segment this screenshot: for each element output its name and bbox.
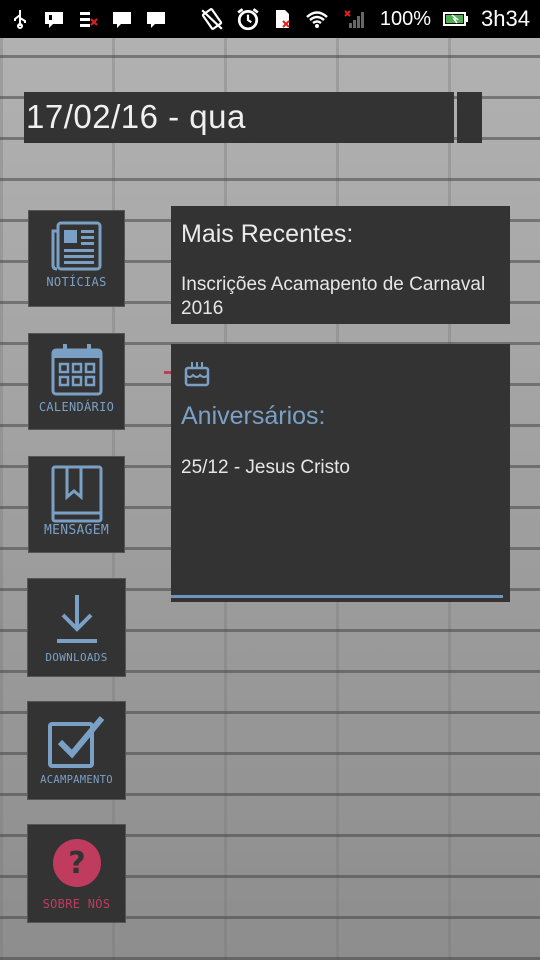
checkbox-icon xyxy=(47,716,104,768)
download-icon xyxy=(56,595,97,643)
clock: 3h34 xyxy=(481,6,530,31)
signal-off-icon xyxy=(80,12,98,27)
battery-percent: 100% xyxy=(379,7,432,30)
cake-icon xyxy=(184,362,210,387)
birthdays-title: Aniversários: xyxy=(181,402,326,430)
menu-tile-noticias[interactable]: NOTÍCIAS xyxy=(28,210,125,307)
menu-tile-downloads[interactable]: DOWNLOADS xyxy=(27,578,126,677)
vibrate-icon xyxy=(201,8,223,30)
message-icon xyxy=(45,12,63,28)
status-bar-right: 100% 3h34 xyxy=(200,6,530,32)
date-text: 17/02/16 - qua xyxy=(26,98,246,135)
wifi-icon xyxy=(306,11,328,28)
menu-label-noticias: NOTÍCIAS xyxy=(46,275,107,289)
book-icon xyxy=(51,465,102,523)
help-icon: ? xyxy=(52,839,101,887)
newspaper-icon xyxy=(51,221,101,271)
date-side-button[interactable] xyxy=(457,92,482,143)
recent-item-link[interactable]: Inscrições Acamapento de Carnaval 2016 xyxy=(181,273,501,321)
battery-icon xyxy=(443,12,469,26)
menu-tile-sobre-nos[interactable]: ? SOBRE NÓS xyxy=(27,824,126,923)
birthdays-panel: Aniversários: 25/12 - Jesus Cristo xyxy=(171,344,510,602)
status-bar: 100% 3h34 xyxy=(0,0,540,38)
recent-panel: Mais Recentes: Inscrições Acamapento de … xyxy=(171,206,510,324)
date-display[interactable]: 17/02/16 - qua xyxy=(24,92,454,143)
calendar-icon xyxy=(51,344,102,396)
menu-label-mensagem: MENSAGEM xyxy=(43,523,109,538)
chat-icon xyxy=(147,12,165,28)
status-bar-left xyxy=(10,9,166,29)
menu-tile-acampamento[interactable]: ACAMPAMENTO xyxy=(27,701,126,800)
menu-tile-mensagem[interactable]: MENSAGEM xyxy=(28,456,125,553)
menu-tile-calendario[interactable]: CALENDÁRIO xyxy=(28,333,125,430)
chat-icon xyxy=(113,12,131,28)
menu-label-downloads: DOWNLOADS xyxy=(45,651,108,664)
panel-divider xyxy=(171,595,503,598)
birthday-item: 25/12 - Jesus Cristo xyxy=(181,457,350,478)
svg-text:?: ? xyxy=(68,846,85,881)
menu-label-calendario: CALENDÁRIO xyxy=(38,400,115,414)
menu-label-acampamento: ACAMPAMENTO xyxy=(40,774,113,786)
cell-signal-icon xyxy=(344,10,364,28)
sim-off-icon xyxy=(275,10,290,28)
menu-label-sobre-nos: SOBRE NÓS xyxy=(42,897,111,911)
usb-icon xyxy=(14,10,26,29)
alarm-icon xyxy=(237,8,259,31)
recent-title: Mais Recentes: xyxy=(181,220,354,248)
